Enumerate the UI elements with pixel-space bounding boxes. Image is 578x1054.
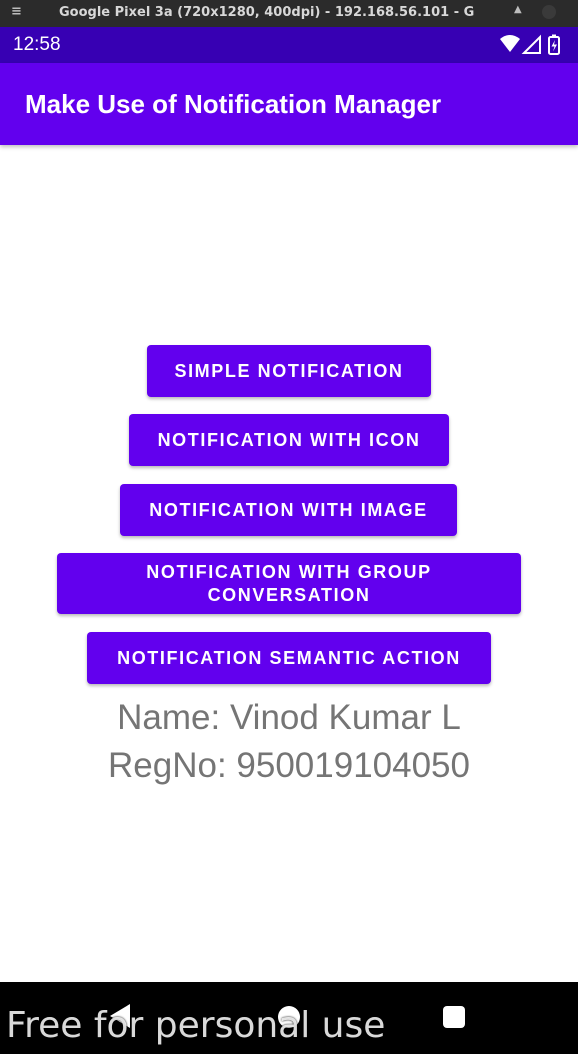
notification-group-conversation-button[interactable]: NOTIFICATION WITH GROUP CONVERSATION [57,553,521,614]
page-title: Make Use of Notification Manager [25,89,442,119]
regno-label: RegNo: 950019104050 [108,746,470,785]
status-icons [500,34,560,55]
emulator-title-bar: ≡ Google Pixel 3a (720x1280, 400dpi) - 1… [0,0,578,27]
window-control-icon[interactable] [542,5,556,19]
status-time: 12:58 [13,34,61,55]
battery-icon [548,34,560,55]
status-bar: 12:58 [0,27,578,63]
notification-with-icon-button[interactable]: NOTIFICATION WITH ICON [129,414,449,466]
wifi-icon [500,35,520,52]
hamburger-icon[interactable]: ≡ [11,4,22,19]
name-label: Name: Vinod Kumar L [117,698,461,737]
watermark: Free for personal use [6,1005,386,1046]
app-bar: Make Use of Notification Manager [0,63,578,145]
recents-icon[interactable] [443,1006,465,1028]
signal-icon [521,34,541,54]
notification-semantic-action-button[interactable]: NOTIFICATION SEMANTIC ACTION [87,632,491,684]
emulator-title: Google Pixel 3a (720x1280, 400dpi) - 192… [59,5,475,20]
device-screen: ≡ Google Pixel 3a (720x1280, 400dpi) - 1… [0,0,578,1054]
simple-notification-button[interactable]: SIMPLE NOTIFICATION [147,345,431,397]
notification-with-image-button[interactable]: NOTIFICATION WITH IMAGE [120,484,457,536]
caret-up-icon[interactable]: ▲ [514,4,522,15]
